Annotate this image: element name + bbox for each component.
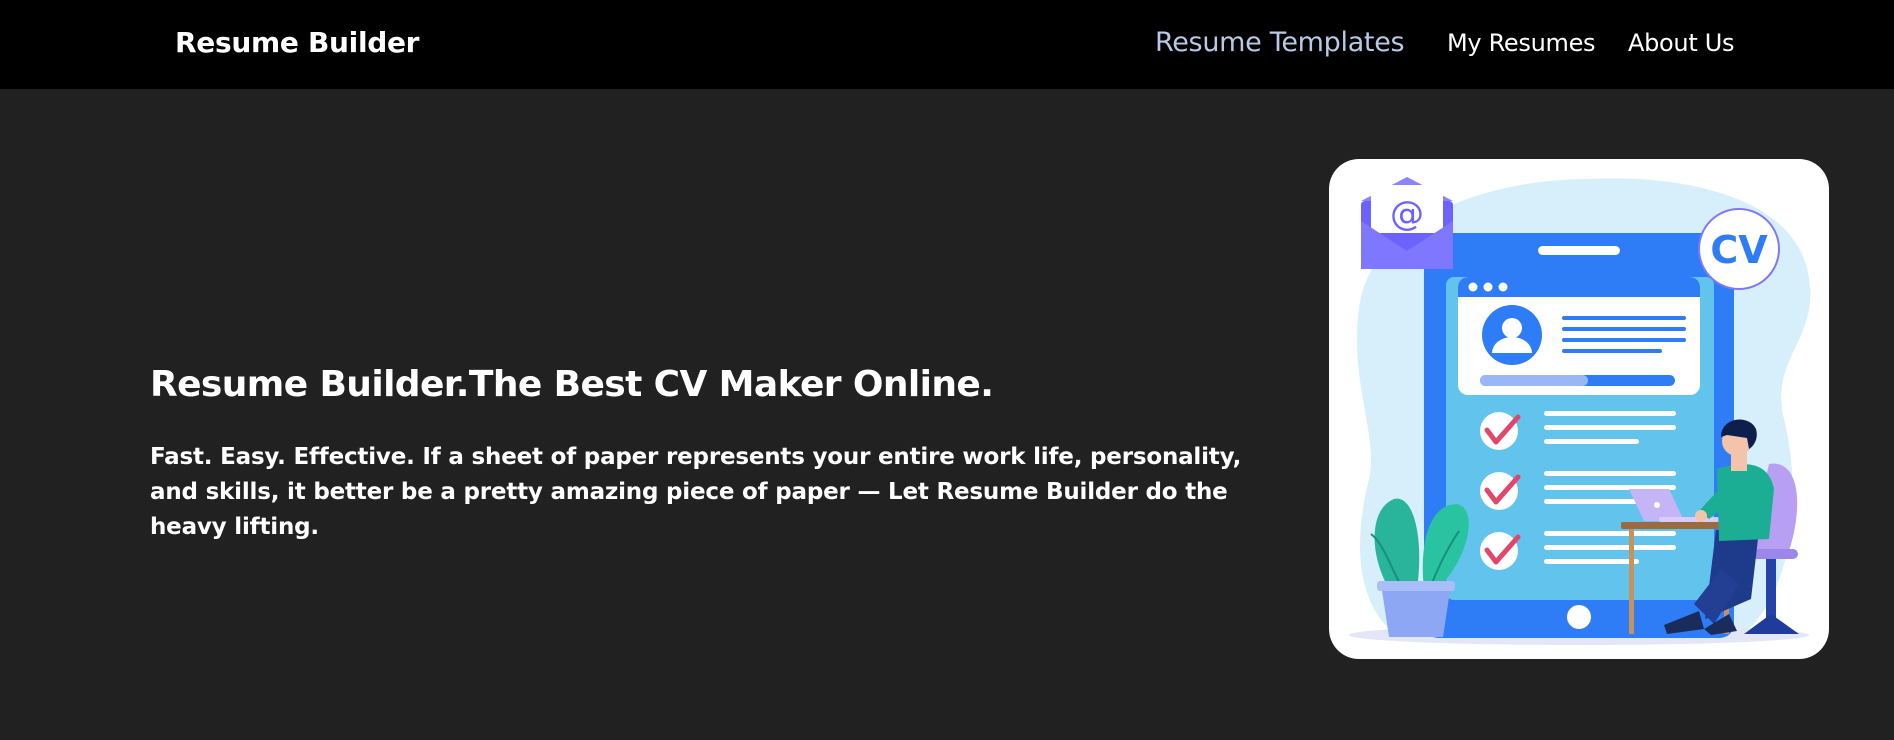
phone-home-button	[1567, 605, 1591, 629]
top-navbar: Resume Builder Resume Templates My Resum…	[0, 0, 1894, 89]
cv-badge-text: CV	[1710, 228, 1768, 272]
hero-title: Resume Builder.The Best CV Maker Online.	[150, 364, 994, 405]
hero-subtitle: Fast. Easy. Effective. If a sheet of pap…	[150, 444, 1242, 540]
hero-illustration: @ CV	[1329, 159, 1829, 659]
email-envelope-icon: @	[1361, 177, 1453, 269]
nav-link-resume-templates[interactable]: Resume Templates	[1155, 27, 1405, 58]
check-icon	[1480, 532, 1521, 570]
progress-bar-fill	[1480, 375, 1588, 386]
check-icon	[1480, 412, 1521, 450]
profile-card-header	[1458, 277, 1700, 297]
nav-link-my-resumes[interactable]: My Resumes	[1447, 29, 1596, 57]
cv-badge-icon: CV	[1698, 208, 1780, 290]
brand-logo-link[interactable]: Resume Builder	[175, 26, 419, 59]
avatar-icon	[1482, 305, 1542, 365]
email-at-symbol: @	[1390, 194, 1424, 234]
nav-link-about-us[interactable]: About Us	[1628, 29, 1735, 57]
check-icon	[1480, 472, 1521, 510]
phone-speaker	[1538, 246, 1620, 255]
